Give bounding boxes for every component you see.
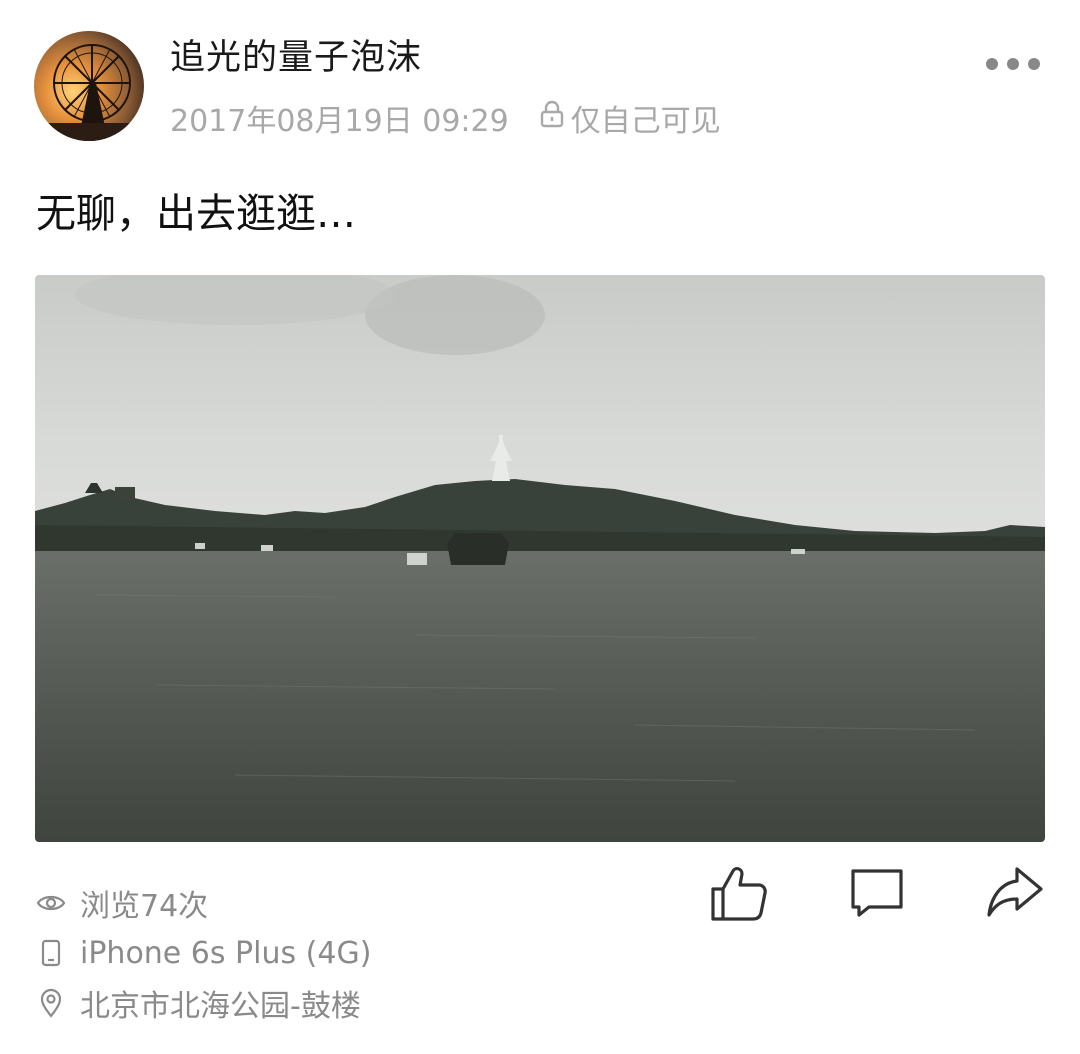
- lock-icon: [539, 100, 565, 136]
- avatar[interactable]: [34, 31, 144, 141]
- post-detail-page: 追光的量子泡沫 2017年08月19日 09:29 仅自己可见 无聊，出去逛逛…: [0, 0, 1080, 1054]
- device-name: iPhone 6s Plus (4G): [80, 935, 372, 971]
- more-icon: [986, 58, 998, 70]
- post-info-list: 浏览74次 iPhone 6s Plus (4G) 北京市北海公园-鼓楼: [36, 878, 371, 1028]
- location-pin-icon: [36, 988, 66, 1018]
- username[interactable]: 追光的量子泡沫: [170, 34, 422, 82]
- comment-icon: [851, 869, 903, 917]
- post-photo[interactable]: [35, 275, 1045, 842]
- location-name[interactable]: 北京市北海公园-鼓楼: [80, 981, 361, 1025]
- privacy-indicator: 仅自己可见: [539, 96, 721, 140]
- post-actions: [708, 862, 1046, 924]
- share-icon: [987, 867, 1043, 917]
- thumbs-up-icon: [711, 867, 767, 921]
- comment-button[interactable]: [846, 862, 908, 924]
- more-button[interactable]: [986, 50, 1040, 78]
- view-count-row: 浏览74次: [36, 878, 371, 928]
- post-text: 无聊，出去逛逛…: [36, 191, 356, 237]
- eye-icon: [36, 888, 66, 918]
- location-row[interactable]: 北京市北海公园-鼓楼: [36, 978, 371, 1028]
- view-count: 浏览74次: [80, 889, 209, 924]
- post-timestamp: 2017年08月19日 09:29: [170, 104, 509, 139]
- privacy-label: 仅自己可见: [570, 104, 721, 139]
- post-meta: 2017年08月19日 09:29 仅自己可见: [170, 96, 721, 140]
- share-button[interactable]: [984, 862, 1046, 924]
- phone-icon: [36, 938, 66, 968]
- device-row: iPhone 6s Plus (4G): [36, 928, 371, 978]
- like-button[interactable]: [708, 862, 770, 924]
